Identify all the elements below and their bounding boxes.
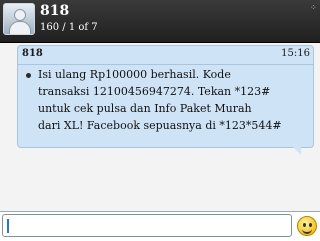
message-line: transaksi 12100456947274. Tekan *123# [38,85,271,98]
conversation-header: 818 160 / 1 of 7 ⁘ [0,0,320,43]
message-body: Isi ulang Rp100000 berhasil. Kode transa… [38,66,310,134]
message-sender: 818 [22,48,43,59]
message-line: dari XL! Facebook sepuasnya di *123*544# [38,119,282,132]
smiley-icon[interactable] [297,216,317,236]
message-header: 818 15:16 [18,46,313,65]
blackberry-icon: ⁘ [310,3,317,12]
composer-bar [0,211,320,241]
message-timestamp: 15:16 [281,48,310,59]
message-input[interactable] [2,214,292,237]
contact-avatar-icon[interactable] [3,3,35,35]
text-caret [7,219,9,233]
bullet-icon [26,73,31,78]
message-line: Isi ulang Rp100000 berhasil. Kode [38,68,231,81]
message-thread[interactable]: 818 15:16 Isi ulang Rp100000 berhasil. K… [0,43,320,211]
message-line: untuk cek pulsa dan Info Paket Murah [38,102,252,115]
contact-name: 818 [40,3,70,19]
received-message-bubble[interactable]: 818 15:16 Isi ulang Rp100000 berhasil. K… [17,45,314,155]
message-counter: 160 / 1 of 7 [40,22,98,33]
